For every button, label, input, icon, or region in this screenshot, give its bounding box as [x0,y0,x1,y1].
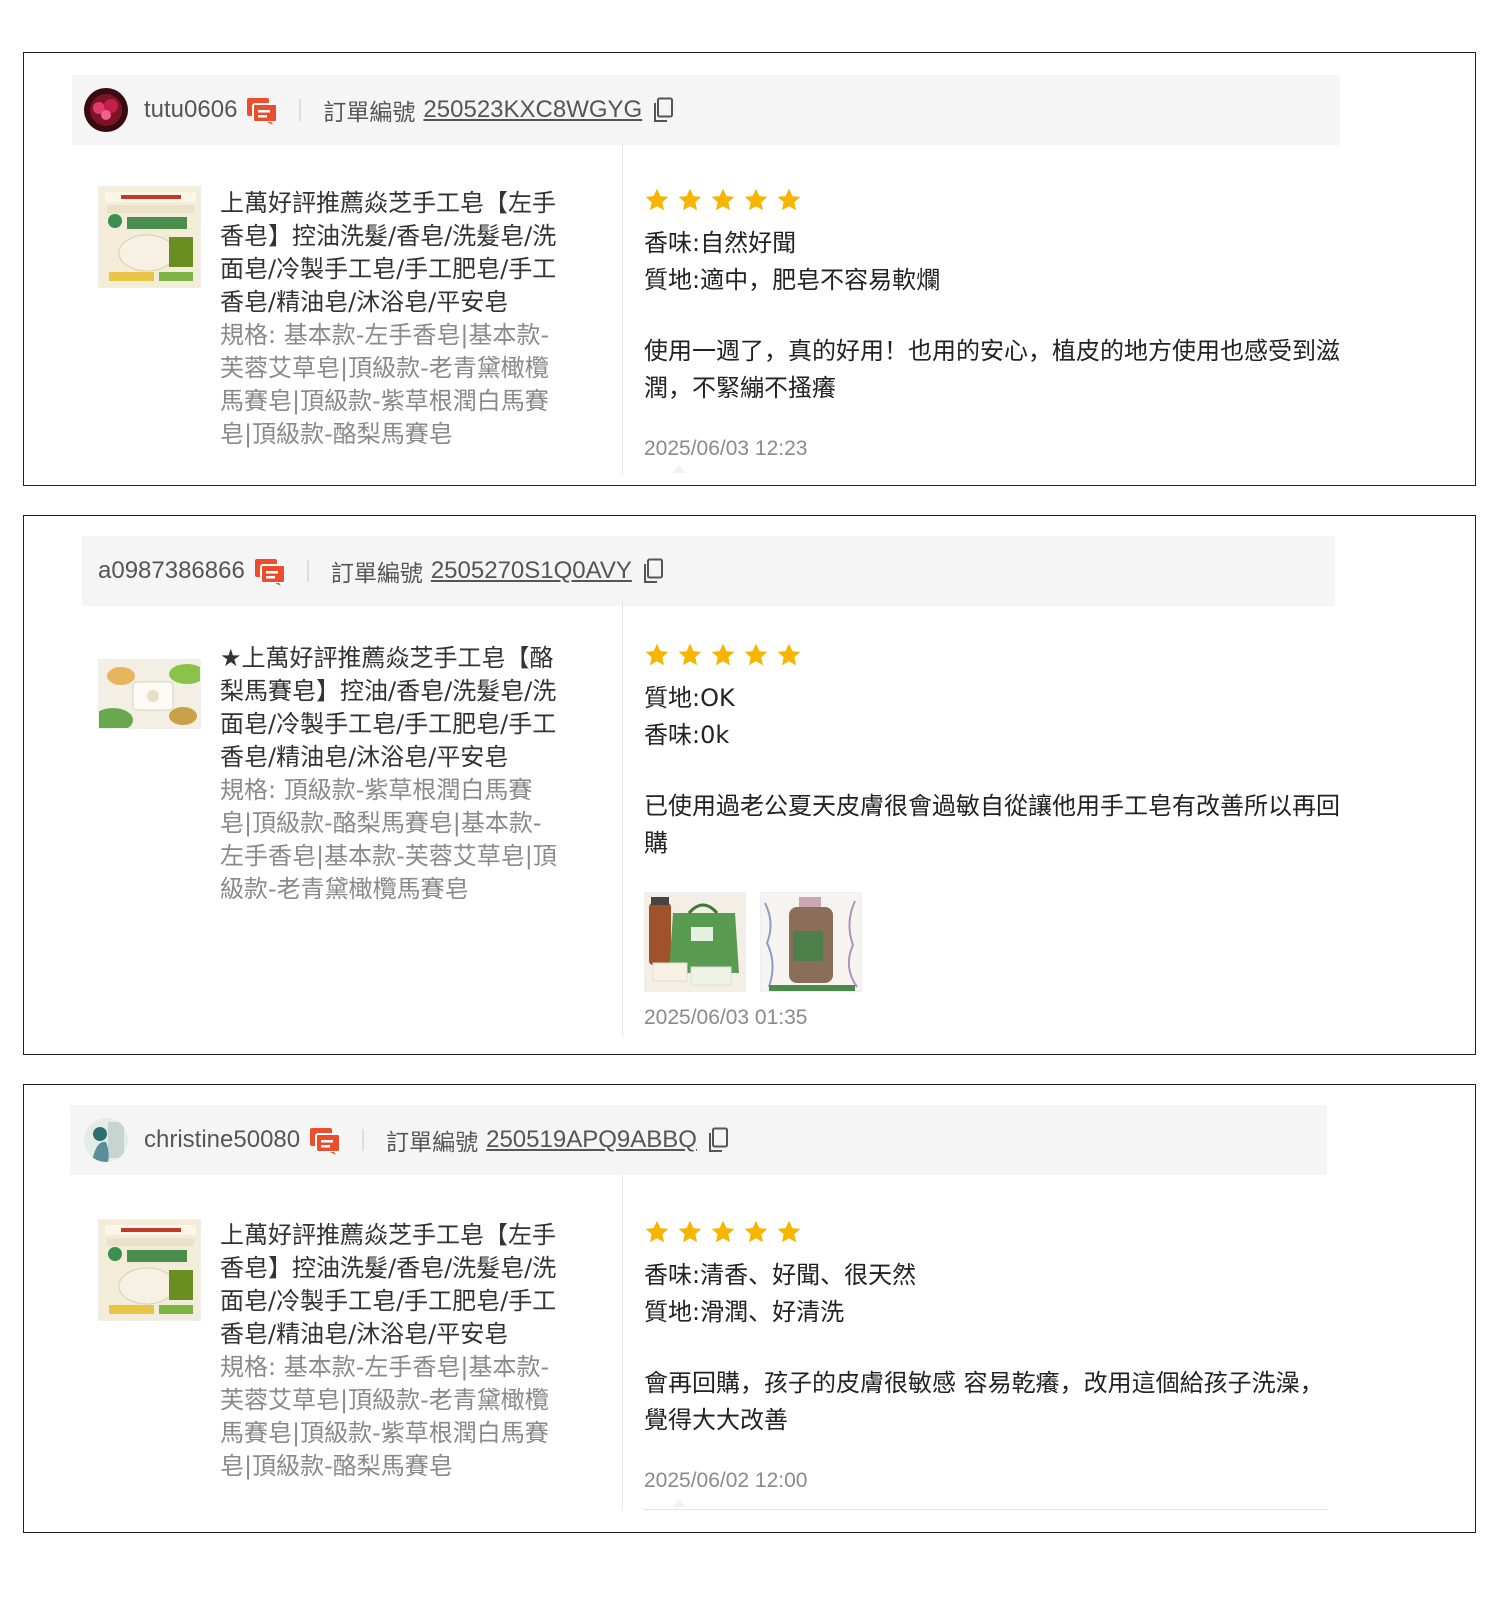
star-rating [644,187,1344,215]
order-number-link[interactable]: 2505270S1Q0AVY [431,557,632,585]
star-icon [743,187,769,213]
order-label: 訂單編號 [330,561,423,587]
review-date: 2025/06/03 12:23 [644,437,808,460]
star-icon [710,642,736,668]
order-label: 訂單編號 [323,100,416,126]
review-attribute: 香味:清香、好聞、很天然 [644,1261,917,1289]
review-header: tutu0606 訂單編號 250523KXC8WGYG [72,75,1340,145]
review-photo[interactable] [760,892,862,992]
star-icon [776,1219,802,1245]
product-title[interactable]: 上萬好評推薦焱芝手工皂【左手香皂】控油洗髮/香皂/洗髮皂/洗面皂/冷製手工皂/手… [220,1219,560,1351]
review-text: 使用一週了，真的好用！也用的安心，植皮的地方使用也感受到滋潤，不緊繃不搔癢 [644,337,1340,402]
review-photos [644,892,1344,992]
order-label: 訂單編號 [386,1130,479,1156]
divider [362,1129,365,1151]
review-date: 2025/06/02 12:00 [644,1469,808,1492]
star-icon [776,187,802,213]
star-icon [710,187,736,213]
star-icon [644,1219,670,1245]
copy-icon[interactable] [707,1127,729,1153]
product-title[interactable]: 上萬好評推薦焱芝手工皂【左手香皂】控油洗髮/香皂/洗髮皂/洗面皂/冷製手工皂/手… [220,187,560,319]
star-icon [677,1219,703,1245]
star-icon [644,642,670,668]
column-divider [622,1175,623,1510]
product-title[interactable]: ★上萬好評推薦焱芝手工皂【酪梨馬賽皂】控油/香皂/洗髮皂/洗面皂/冷製手工皂/手… [220,642,560,774]
reply-tail [672,465,686,473]
chat-icon[interactable] [253,556,285,586]
username[interactable]: a0987386866 [98,557,245,585]
star-icon [710,1219,736,1245]
product-spec: 規格: 頂級款-紫草根潤白馬賽皂|頂級款-酪梨馬賽皂|基本款-左手香皂|基本款-… [220,776,557,903]
column-divider [622,601,623,1036]
star-icon [677,187,703,213]
star-icon [677,642,703,668]
review-content: 香味:清香、好聞、很天然 質地:滑潤、好清洗 會再回購，孩子的皮膚很敏感 容易乾… [644,1219,1344,1493]
review-header: christine50080 訂單編號 250519APQ9ABBQ [70,1105,1327,1175]
review-header: a0987386866 訂單編號 2505270S1Q0AVY [82,536,1335,606]
review-text: 已使用過老公夏天皮膚很會過敏自從讓他用手工皂有改善所以再回購 [644,792,1340,857]
copy-icon[interactable] [652,97,674,123]
review-attribute: 香味:自然好聞 [644,229,797,257]
product-info: 上萬好評推薦焱芝手工皂【左手香皂】控油洗髮/香皂/洗髮皂/洗面皂/冷製手工皂/手… [220,1219,560,1483]
review-attribute: 質地:適中，肥皂不容易軟爛 [644,266,941,294]
review-content: 香味:自然好聞 質地:適中，肥皂不容易軟爛 使用一週了，真的好用！也用的安心，植… [644,187,1344,461]
star-rating [644,642,1344,670]
star-icon [743,1219,769,1245]
product-thumbnail[interactable] [98,186,201,288]
star-icon [644,187,670,213]
column-divider [622,143,623,475]
username[interactable]: tutu0606 [144,96,237,124]
review-card: christine50080 訂單編號 250519APQ9ABBQ 上萬好評推… [23,1084,1476,1533]
star-icon [743,642,769,668]
order-number-link[interactable]: 250519APQ9ABBQ [486,1126,697,1154]
review-attribute: 質地:滑潤、好清洗 [644,1298,845,1326]
review-attribute: 質地:OK [644,684,735,712]
avatar[interactable] [84,1118,128,1162]
copy-icon[interactable] [642,558,664,584]
review-photo[interactable] [644,892,746,992]
star-rating [644,1219,1344,1247]
divider [299,99,302,121]
review-card: a0987386866 訂單編號 2505270S1Q0AVY ★上萬好評推薦焱… [23,515,1476,1055]
review-attribute: 香味:0k [644,721,730,749]
star-icon [776,642,802,668]
product-spec: 規格: 基本款-左手香皂|基本款-芙蓉艾草皂|頂級款-老青黛橄欖馬賽皂|頂級款-… [220,321,550,448]
order-number-link[interactable]: 250523KXC8WGYG [423,96,642,124]
product-thumbnail[interactable] [98,659,201,729]
product-info: ★上萬好評推薦焱芝手工皂【酪梨馬賽皂】控油/香皂/洗髮皂/洗面皂/冷製手工皂/手… [220,642,560,906]
avatar[interactable] [84,88,128,132]
product-spec: 規格: 基本款-左手香皂|基本款-芙蓉艾草皂|頂級款-老青黛橄欖馬賽皂|頂級款-… [220,1353,550,1480]
reply-tail [672,1499,686,1507]
chat-icon[interactable] [308,1125,340,1155]
review-text: 會再回購，孩子的皮膚很敏感 容易乾癢，改用這個給孩子洗澡，覺得大大改善 [644,1369,1324,1434]
review-date: 2025/06/03 01:35 [644,1006,808,1029]
divider [306,560,309,582]
product-info: 上萬好評推薦焱芝手工皂【左手香皂】控油洗髮/香皂/洗髮皂/洗面皂/冷製手工皂/手… [220,187,560,451]
product-thumbnail[interactable] [98,1219,201,1321]
review-content: 質地:OK 香味:0k 已使用過老公夏天皮膚很會過敏自從讓他用手工皂有改善所以再… [644,642,1344,1030]
divider [644,1509,1328,1510]
chat-icon[interactable] [245,95,277,125]
review-card: tutu0606 訂單編號 250523KXC8WGYG 上萬好評推薦焱芝手工皂… [23,52,1476,486]
username[interactable]: christine50080 [144,1126,300,1154]
